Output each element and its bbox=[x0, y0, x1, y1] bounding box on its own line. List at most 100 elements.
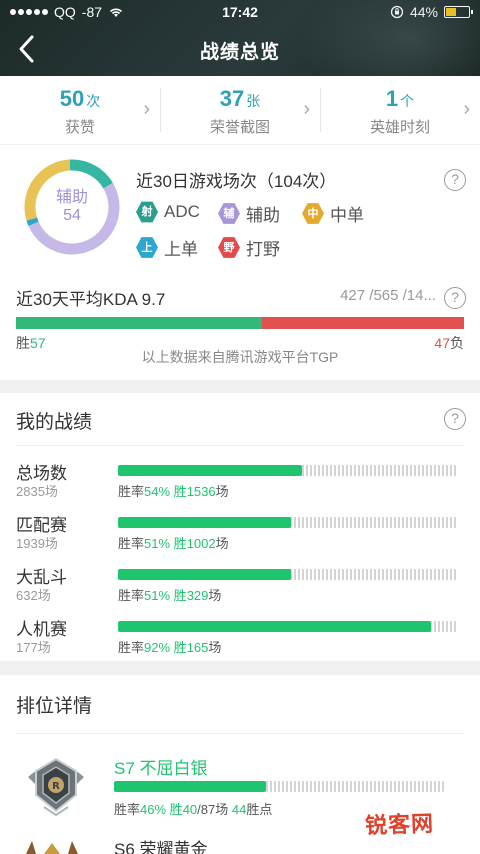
battery-icon bbox=[444, 6, 473, 18]
divider bbox=[16, 733, 464, 734]
record-info: 胜率92% 胜165场 bbox=[118, 637, 221, 656]
role-adc: 射 ADC bbox=[136, 201, 200, 223]
record-info: 胜率54% 胜1536场 bbox=[118, 481, 229, 500]
rank-win-rate-fill bbox=[114, 781, 266, 792]
stat-likes[interactable]: 50 次 获赞 › bbox=[0, 76, 160, 144]
total-games: /87场 bbox=[197, 802, 229, 817]
ranked-card: 排位详情 R S7 不屈白银 胜率46% 胜40/87场 44胜点 S6 荣耀黄… bbox=[0, 675, 480, 854]
svg-text:R: R bbox=[52, 781, 60, 792]
wins-value: 1536 bbox=[186, 484, 216, 499]
nav-bar: 战绩总览 bbox=[0, 24, 480, 76]
section-title: 排位详情 bbox=[16, 696, 93, 717]
rate-value: 92% bbox=[144, 640, 171, 655]
stat-label: 英雄时刻 bbox=[369, 119, 430, 136]
role-label: 中单 bbox=[330, 206, 364, 225]
rate-value: 46% bbox=[140, 802, 167, 817]
stats-row: 50 次 获赞 › 37 张 荣誉截图 › 1个 英雄时刻 › bbox=[0, 76, 480, 144]
donut-segment-ADC bbox=[69, 159, 113, 189]
role-label: 上单 bbox=[164, 240, 198, 259]
record-row-match[interactable]: 匹配赛 1939场 胜率51% 胜1002场 bbox=[16, 511, 464, 561]
rate-label: 胜率 bbox=[118, 536, 145, 551]
record-count: 1939场 bbox=[16, 536, 58, 551]
stat-unit: 张 bbox=[246, 93, 261, 109]
watermark-logo: 锐客网 bbox=[364, 810, 435, 839]
stat-hero-moments[interactable]: 1个 英雄时刻 › bbox=[320, 76, 480, 144]
record-count: 2835场 bbox=[16, 484, 58, 499]
points-label: 胜点 bbox=[246, 802, 273, 817]
rate-label: 胜率 bbox=[118, 588, 145, 603]
battery-percent: 44% bbox=[409, 4, 438, 20]
donut-role: 辅助 bbox=[55, 189, 88, 206]
record-info: 胜率51% 胜329场 bbox=[118, 585, 221, 604]
win-bar-fill bbox=[16, 317, 262, 329]
win-rate-bar bbox=[118, 465, 458, 476]
wifi-icon bbox=[109, 8, 123, 17]
win-rate-fill bbox=[118, 465, 302, 476]
role-jungle: 野 打野 bbox=[218, 235, 280, 260]
stat-unit: 个 bbox=[400, 93, 415, 109]
role-badge-icon: 辅 bbox=[218, 203, 240, 224]
signal-dots-icon bbox=[10, 9, 48, 15]
wins-unit: 场 bbox=[208, 588, 222, 603]
stat-unit: 次 bbox=[86, 93, 101, 109]
kda-title: 近30天平均KDA 9.7 bbox=[16, 290, 166, 309]
win-rate-bar bbox=[118, 517, 458, 528]
wins-label: 胜 bbox=[169, 802, 183, 817]
wins-label: 胜 bbox=[173, 588, 187, 603]
record-info: 胜率51% 胜1002场 bbox=[118, 533, 229, 552]
carrier-label: QQ bbox=[54, 4, 76, 20]
rate-value: 51% bbox=[144, 536, 171, 551]
back-icon[interactable] bbox=[16, 34, 46, 64]
stat-value: 50 bbox=[59, 86, 85, 111]
role-support: 辅 辅助 bbox=[218, 201, 280, 226]
wins-value: 1002 bbox=[186, 536, 216, 551]
win-rate-fill bbox=[118, 569, 292, 580]
stat-value: 37 bbox=[219, 86, 245, 111]
wins-unit: 场 bbox=[208, 640, 222, 655]
help-icon[interactable]: ? bbox=[444, 169, 466, 191]
chevron-right-icon: › bbox=[143, 98, 150, 120]
data-source-note: 以上数据来自腾讯游戏平台TGP bbox=[141, 349, 339, 365]
help-icon[interactable]: ? bbox=[444, 287, 466, 309]
rate-value: 54% bbox=[144, 484, 171, 499]
previous-rank-name[interactable]: S6 荣耀黄金 bbox=[114, 835, 208, 854]
win-rate-fill bbox=[118, 517, 292, 528]
role-top: 上 上单 bbox=[136, 235, 198, 260]
stat-label: 获赞 bbox=[64, 119, 95, 136]
wins-value: 40 bbox=[182, 802, 198, 817]
record-row-ai[interactable]: 人机赛 177场 胜率92% 胜165场 bbox=[16, 615, 464, 665]
my-record-card: 我的战绩 ? 总场数 2835场 胜率54% 胜1536场 匹配赛 1939场 … bbox=[0, 393, 480, 661]
role-badge-icon: 射 bbox=[136, 201, 158, 223]
wins-value: 329 bbox=[186, 588, 209, 603]
rate-value: 51% bbox=[144, 588, 171, 603]
wins-label: 胜 bbox=[173, 536, 187, 551]
role-label: ADC bbox=[164, 202, 200, 221]
role-badge-icon: 野 bbox=[218, 237, 240, 258]
points-value: 44 bbox=[231, 802, 247, 817]
win-rate-bar bbox=[118, 569, 458, 580]
record-row-brawl[interactable]: 大乱斗 632场 胜率51% 胜329场 bbox=[16, 563, 464, 613]
gold-rank-badge-icon bbox=[26, 841, 78, 854]
page-title: 战绩总览 bbox=[199, 41, 280, 63]
wins-unit: 场 bbox=[215, 484, 229, 499]
wins-unit: 场 bbox=[215, 536, 229, 551]
record-count: 632场 bbox=[16, 588, 51, 603]
win-rate-bar bbox=[118, 621, 458, 632]
stat-honor-screenshots[interactable]: 37 张 荣誉截图 › bbox=[160, 76, 320, 144]
header: QQ -87 17:42 44% 战绩总览 bbox=[0, 0, 480, 76]
divider bbox=[16, 445, 464, 446]
role-badge-icon: 中 bbox=[302, 203, 324, 224]
donut-value: 54 bbox=[63, 207, 81, 224]
games-title: 近30日游戏场次（104次） bbox=[136, 172, 337, 191]
orientation-lock-icon bbox=[390, 5, 404, 19]
donut-center-label: 辅助 54 bbox=[22, 189, 122, 225]
silver-rank-badge-icon: R bbox=[28, 757, 84, 817]
help-icon[interactable]: ? bbox=[444, 408, 466, 430]
section-title: 我的战绩 bbox=[16, 412, 93, 433]
rate-label: 胜率 bbox=[118, 640, 145, 655]
role-label: 辅助 bbox=[246, 206, 280, 225]
record-row-total[interactable]: 总场数 2835场 胜率54% 胜1536场 bbox=[16, 459, 464, 509]
summary-card: 辅助 54 近30日游戏场次（104次） ? 射 ADC 辅 辅助 中 中单 上… bbox=[0, 144, 480, 380]
current-rank-name[interactable]: S7 不屈白银 bbox=[114, 754, 208, 779]
kda-stats: 427 /565 /14... bbox=[340, 287, 436, 304]
